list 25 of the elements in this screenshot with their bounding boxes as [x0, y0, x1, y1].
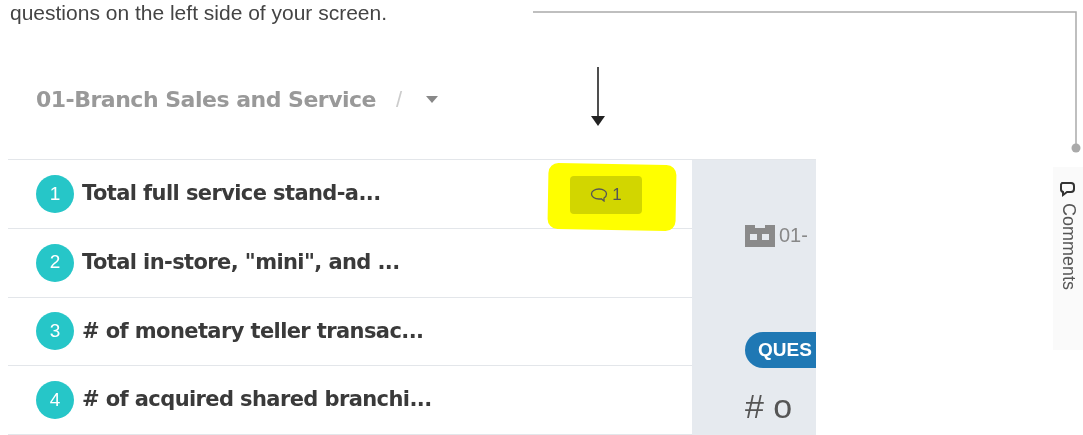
question-heading: # o [745, 386, 794, 426]
down-arrow [589, 67, 607, 127]
question-row[interactable]: 4 # of acquired shared branchi... [8, 366, 692, 435]
speech-bubble-icon [590, 188, 609, 202]
caret-icon[interactable] [426, 95, 439, 104]
question-row[interactable]: 3 # of monetary teller transac... [8, 297, 692, 367]
question-title: # of acquired shared branchi... [82, 386, 432, 414]
comments-label: Comments [1057, 203, 1080, 291]
section-label: 01- [779, 223, 808, 248]
breadcrumb-separator: / [396, 86, 403, 114]
question-row[interactable]: 2 Total in-store, "mini", and ... [8, 228, 692, 298]
comments-tab[interactable]: Comments [1053, 167, 1083, 350]
instruction-text: questions on the left side of your screen. [10, 0, 388, 26]
comment-count-badge[interactable]: 1 [570, 176, 642, 214]
question-title: # of monetary teller transac... [82, 317, 424, 345]
question-number: 2 [36, 243, 74, 282]
question-number: 1 [36, 174, 74, 213]
question-row[interactable]: 1 Total full service stand-a... 1 [8, 160, 692, 229]
folder-icon [745, 223, 775, 247]
question-title: Total full service stand-a... [82, 180, 381, 208]
question-badge: QUES [745, 332, 816, 368]
question-number: 3 [36, 312, 74, 351]
question-number: 4 [36, 381, 74, 420]
comments-icon [1058, 179, 1078, 199]
question-title: Total in-store, "mini", and ... [82, 248, 400, 276]
